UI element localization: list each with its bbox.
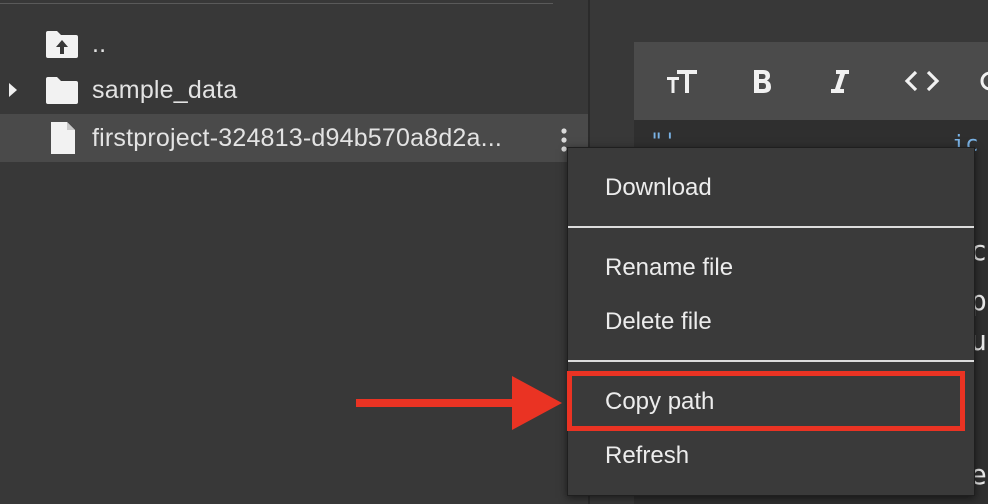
file-context-menu: Download Rename file Delete file Copy pa… (567, 147, 975, 496)
bold-icon (754, 70, 771, 93)
folder-icon (46, 77, 78, 104)
annotation-arrow-icon (356, 376, 562, 430)
file-icon (51, 122, 75, 154)
menu-item-copy-path[interactable]: Copy path (568, 378, 974, 426)
link-icon (980, 71, 988, 91)
file-row-firstproject[interactable]: firstproject-324813-d94b570a8d2a... (0, 114, 588, 162)
file-row-label: sample_data (92, 75, 238, 104)
italic-button[interactable] (824, 58, 856, 104)
folder-up-icon (46, 31, 78, 58)
colab-window: .. sample_data firstproject-324813-d94b5… (0, 0, 988, 504)
menu-item-refresh[interactable]: Refresh (568, 432, 974, 480)
code-button[interactable] (902, 58, 942, 104)
menu-item-label: Copy path (605, 388, 715, 415)
menu-item-rename-file[interactable]: Rename file (568, 244, 974, 292)
menu-item-delete-file[interactable]: Delete file (568, 298, 974, 346)
menu-separator (568, 360, 974, 362)
file-row-label: firstproject-324813-d94b570a8d2a... (92, 123, 503, 152)
code-icon (904, 70, 940, 92)
menu-item-label: Refresh (605, 442, 690, 469)
menu-item-label: Delete file (605, 308, 712, 335)
bold-button[interactable] (746, 58, 778, 104)
text-cell-toolbar (634, 42, 988, 120)
text-size-icon (667, 70, 697, 93)
menu-item-label: Rename file (605, 254, 734, 281)
menu-item-download[interactable]: Download (568, 164, 974, 212)
menu-item-label: Download (605, 174, 712, 201)
file-row-label: .. (92, 29, 107, 58)
panel-top-divider (0, 3, 553, 4)
link-button-partial[interactable] (974, 58, 988, 104)
menu-separator (568, 226, 974, 228)
text-size-button[interactable] (662, 58, 702, 104)
chevron-right-icon[interactable] (6, 80, 20, 100)
file-row-parent-dir[interactable]: .. (0, 20, 588, 68)
file-row-sample-data[interactable]: sample_data (0, 66, 588, 114)
italic-icon (831, 70, 849, 93)
